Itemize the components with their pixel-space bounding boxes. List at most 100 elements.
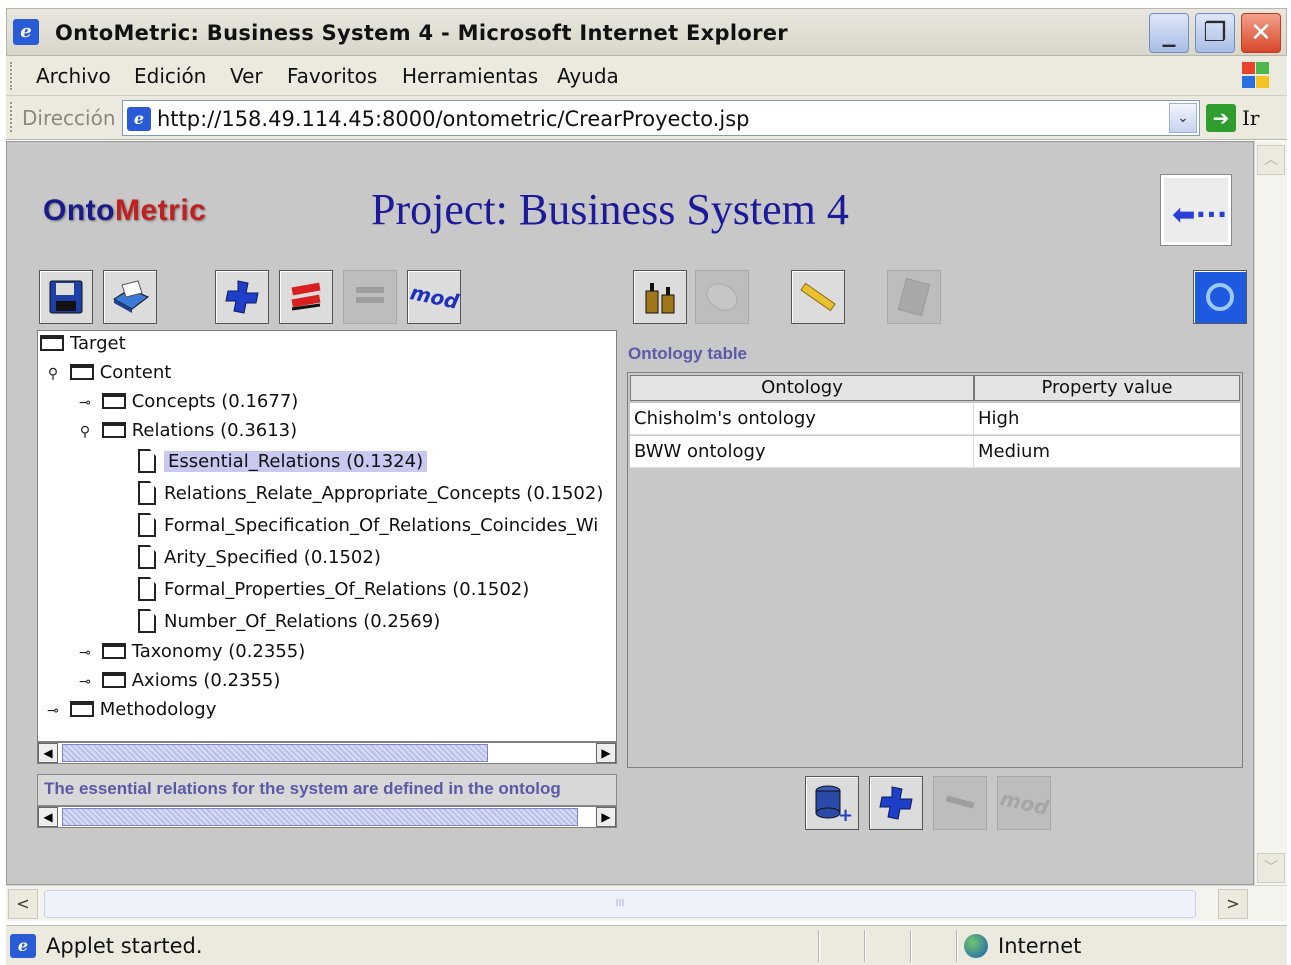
tree-node-label: Axioms (0.2355) (131, 670, 281, 691)
tree-node-relations-relate[interactable]: Relations_Relate_Appropriate_Concepts (0… (138, 481, 603, 509)
windows-logo-icon (1240, 60, 1272, 90)
tree-node-number-of-relations[interactable]: Number_Of_Relations (0.2569) (138, 609, 440, 637)
save-button[interactable] (39, 270, 93, 324)
weights-button[interactable] (633, 270, 687, 324)
collapse-toggle-icon[interactable]: ⚲ (42, 366, 64, 382)
document-icon (138, 545, 156, 569)
scroll-right-icon[interactable]: > (1218, 889, 1248, 919)
ie-icon: e (13, 19, 39, 45)
save-icon (49, 280, 83, 314)
scroll-thumb[interactable]: III (44, 890, 1196, 918)
ontology-table[interactable]: Ontology Property value Chisholm's ontol… (627, 372, 1243, 768)
calculator-button[interactable] (887, 270, 941, 324)
scroll-right-icon[interactable]: ▶ (596, 743, 616, 763)
security-zone: Internet (998, 934, 1082, 958)
column-header-ontology[interactable]: Ontology (630, 375, 974, 401)
scroll-left-icon[interactable]: < (8, 889, 38, 919)
edit-node-button[interactable] (343, 270, 397, 324)
page-icon: e (10, 934, 36, 958)
back-button[interactable]: ⬅··· (1160, 174, 1232, 246)
back-arrow-icon: ⬅··· (1172, 198, 1228, 231)
mod-icon: mod (407, 280, 461, 314)
tree-node-arity-specified[interactable]: Arity_Specified (0.1502) (138, 545, 381, 573)
logo-part-onto: Onto (43, 194, 115, 227)
maximize-button[interactable]: ❐ (1195, 13, 1235, 53)
tree-node-methodology[interactable]: ⊸ Methodology (42, 699, 216, 727)
expand-toggle-icon[interactable]: ⊸ (74, 674, 96, 690)
tree-node-concepts[interactable]: ⊸ Concepts (0.1677) (74, 391, 298, 419)
delete-node-button[interactable] (279, 270, 333, 324)
add-row-button[interactable] (869, 776, 923, 830)
folder-icon (101, 643, 126, 659)
menu-archivo[interactable]: Archivo (36, 64, 111, 88)
add-ontology-button[interactable]: + (805, 776, 859, 830)
address-url[interactable]: http://158.49.114.45:8000/ontometric/Cre… (157, 107, 749, 131)
tree-node-content[interactable]: ⚲ Content (42, 362, 171, 390)
scroll-up-icon[interactable]: ︿ (1257, 145, 1285, 175)
expand-toggle-icon[interactable]: ⊸ (42, 703, 64, 719)
page-vertical-scrollbar[interactable]: ︿ ﹀ (1254, 141, 1287, 885)
ruler-button[interactable] (791, 270, 845, 324)
go-button[interactable]: Ir (1242, 106, 1259, 130)
address-input[interactable]: e http://158.49.114.45:8000/ontometric/C… (122, 100, 1200, 136)
tree-node-target[interactable]: Target (40, 333, 126, 361)
tree-node-axioms[interactable]: ⊸ Axioms (0.2355) (74, 670, 280, 698)
folder-icon (101, 422, 126, 438)
tree-node-formal-specification[interactable]: Formal_Specification_Of_Relations_Coinci… (138, 513, 598, 541)
scroll-thumb[interactable] (62, 808, 578, 826)
mod-button[interactable]: mod (407, 270, 461, 324)
minimize-button[interactable]: _ (1149, 13, 1189, 53)
menu-ver[interactable]: Ver (230, 64, 263, 88)
scroll-left-icon[interactable]: ◀ (38, 807, 58, 827)
scroll-thumb[interactable] (62, 744, 488, 762)
description-field[interactable]: The essential relations for the system a… (37, 774, 617, 806)
expand-toggle-icon[interactable]: ⊸ (74, 395, 96, 411)
refresh-icon (1206, 283, 1234, 311)
description-horizontal-scrollbar[interactable]: ◀ ▶ (37, 806, 617, 828)
criteria-tree[interactable]: Target ⚲ Content ⊸ Concepts (0.1677) ⚲ R… (37, 330, 617, 742)
scroll-down-icon[interactable]: ﹀ (1257, 853, 1285, 883)
menu-herramientas[interactable]: Herramientas (402, 64, 538, 88)
table-cell[interactable]: Chisholm's ontology (630, 403, 974, 435)
print-button[interactable] (103, 270, 157, 324)
scroll-right-icon[interactable]: ▶ (596, 807, 616, 827)
mod-row-button[interactable]: mod (997, 776, 1051, 830)
tree-node-label: Taxonomy (0.2355) (131, 641, 306, 662)
collapse-toggle-icon[interactable]: ⚲ (74, 424, 96, 440)
refresh-button[interactable] (1193, 270, 1247, 324)
disk-button[interactable] (695, 270, 749, 324)
table-cell[interactable]: Medium (974, 436, 1240, 468)
address-bar: Dirección e http://158.49.114.45:8000/on… (6, 96, 1287, 140)
toolbar-grip (10, 62, 13, 90)
edit-row-button[interactable] (933, 776, 987, 830)
table-cell[interactable]: BWW ontology (630, 436, 974, 468)
tree-node-taxonomy[interactable]: ⊸ Taxonomy (0.2355) (74, 641, 305, 669)
svg-text:+: + (838, 805, 852, 823)
column-header-property-value[interactable]: Property value (974, 375, 1240, 401)
logo-part-metric: Metric (114, 194, 207, 227)
tree-horizontal-scrollbar[interactable]: ◀ ▶ (37, 742, 617, 764)
ruler-icon (800, 282, 836, 312)
weights-icon (645, 283, 675, 314)
tree-node-relations[interactable]: ⚲ Relations (0.3613) (74, 420, 297, 448)
close-button[interactable]: ✕ (1241, 13, 1281, 53)
menu-ayuda[interactable]: Ayuda (557, 64, 619, 88)
tree-node-label: Relations (0.3613) (131, 420, 298, 441)
folder-icon (101, 672, 126, 688)
print-icon (113, 280, 149, 313)
table-cell[interactable]: High (974, 403, 1240, 435)
tree-node-label: Methodology (99, 699, 217, 720)
add-node-button[interactable] (215, 270, 269, 324)
page-horizontal-scrollbar[interactable]: < III > (6, 885, 1287, 921)
tree-node-formal-properties[interactable]: Formal_Properties_Of_Relations (0.1502) (138, 577, 529, 605)
menu-edicion[interactable]: Edición (134, 64, 206, 88)
tree-node-label: Arity_Specified (0.1502) (164, 547, 381, 568)
scroll-left-icon[interactable]: ◀ (38, 743, 58, 763)
tree-node-essential-relations[interactable]: Essential_Relations (0.1324) (138, 449, 428, 477)
go-icon[interactable]: ➔ (1206, 104, 1236, 132)
expand-toggle-icon[interactable]: ⊸ (74, 645, 96, 661)
document-icon (138, 449, 156, 473)
menu-favoritos[interactable]: Favoritos (287, 64, 377, 88)
address-dropdown-button[interactable]: ⌄ (1169, 103, 1197, 133)
edit-icon-disabled (945, 795, 975, 809)
